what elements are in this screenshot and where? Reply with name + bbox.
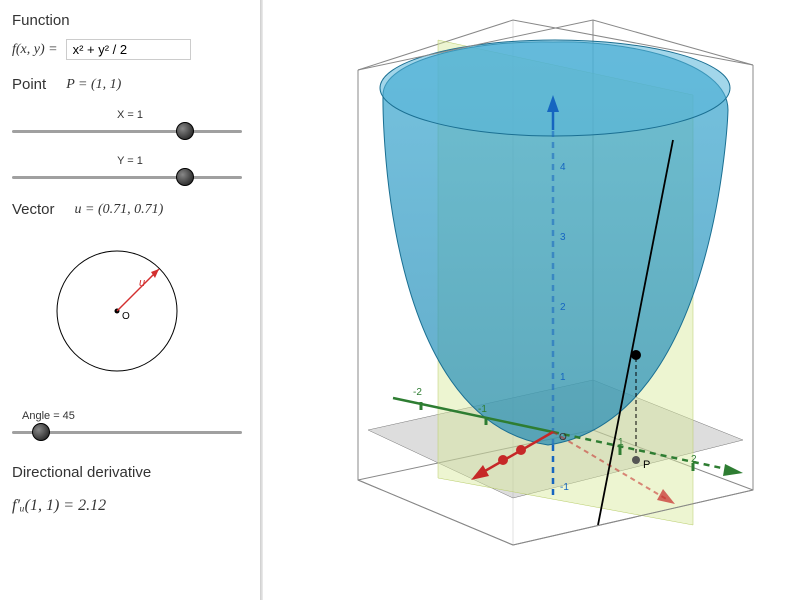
control-panel: Function f(x, y) = Point P = (1, 1) X = … xyxy=(0,0,260,600)
svg-text:-1: -1 xyxy=(478,404,487,415)
origin-dot-label: O xyxy=(122,311,130,322)
x-slider-block: X = 1 xyxy=(12,109,248,139)
svg-text:-1: -1 xyxy=(560,482,569,493)
x-slider[interactable] xyxy=(12,123,242,139)
svg-text:1: 1 xyxy=(560,372,566,383)
vector-section-label: Vector xyxy=(12,201,55,218)
svg-text:2: 2 xyxy=(560,302,566,313)
angle-slider[interactable] xyxy=(12,424,242,440)
angle-caption: Angle = 45 xyxy=(22,410,248,422)
origin-label: O xyxy=(559,432,567,443)
u-arrow-label: u xyxy=(139,277,145,289)
derivative-section-label: Directional derivative xyxy=(12,464,248,481)
angle-slider-block: Angle = 45 xyxy=(12,410,248,440)
svg-text:1: 1 xyxy=(618,437,624,448)
point-display: P = (1, 1) xyxy=(66,77,121,93)
point-row: Point P = (1, 1) xyxy=(12,76,248,93)
function-input[interactable] xyxy=(66,39,191,60)
y-slider-block: Y = 1 xyxy=(12,155,248,185)
y-slider-caption: Y = 1 xyxy=(12,155,248,167)
svg-text:4: 4 xyxy=(560,162,566,173)
svg-text:P: P xyxy=(643,459,650,471)
function-prefix: f(x, y) = xyxy=(12,42,58,58)
function-section-label: Function xyxy=(12,12,248,29)
y-slider[interactable] xyxy=(12,169,242,185)
derivative-display: f′ᵤ(1, 1) = 2.12 xyxy=(12,497,248,515)
svg-text:-2: -2 xyxy=(413,387,422,398)
3d-view[interactable]: -1 1 2 3 4 -2 -1 1 2 xyxy=(263,0,800,600)
x-slider-caption: X = 1 xyxy=(12,109,248,121)
point-section-label: Point xyxy=(12,76,46,93)
function-row: f(x, y) = xyxy=(12,39,248,60)
vector-display: u = (0.71, 0.71) xyxy=(75,202,164,218)
vector-row: Vector u = (0.71, 0.71) xyxy=(12,201,248,218)
svg-text:3: 3 xyxy=(560,232,566,243)
direction-circle[interactable]: u O xyxy=(42,236,192,386)
x-tick-ball-2 xyxy=(498,455,508,465)
x-tick-ball xyxy=(516,445,526,455)
